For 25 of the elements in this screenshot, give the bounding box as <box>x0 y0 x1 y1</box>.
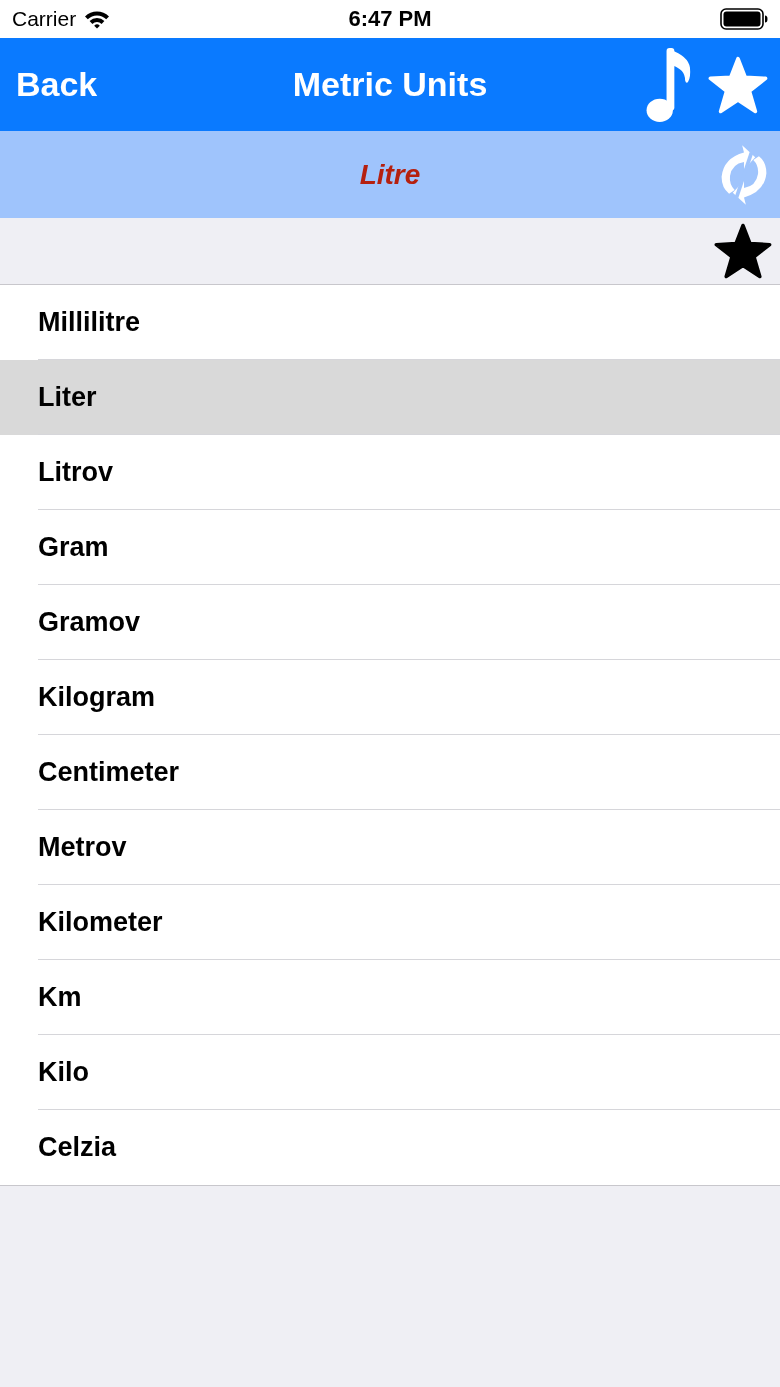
star-button[interactable] <box>714 223 772 279</box>
unit-name: Liter <box>38 382 97 413</box>
unit-name: Kilometer <box>38 907 163 938</box>
music-button[interactable] <box>645 45 692 124</box>
unit-name: Celzia <box>38 1132 117 1163</box>
clock-time: 6:47 PM <box>348 6 432 32</box>
battery-icon <box>720 8 768 30</box>
selected-unit-title: Litre <box>359 158 421 191</box>
unit-name: Gramov <box>38 607 141 638</box>
unit-name: Centimeter <box>38 757 180 788</box>
unit-name: Km <box>38 982 82 1013</box>
music-note-icon <box>645 45 692 124</box>
unit-list-item[interactable]: Liter <box>0 360 780 435</box>
unit-name: Metrov <box>38 832 127 863</box>
screen-title: Metric Units <box>292 65 488 104</box>
back-button[interactable]: Back <box>16 65 98 104</box>
star-icon <box>714 223 772 279</box>
star-icon <box>708 55 768 114</box>
unit-name: Kilogram <box>38 682 156 713</box>
unit-name: Litrov <box>38 457 113 488</box>
wifi-icon <box>84 9 111 29</box>
unit-name: Gram <box>38 532 109 563</box>
unit-name: Kilo <box>38 1057 89 1088</box>
carrier-name: Carrier <box>12 7 77 31</box>
unit-name: Millilitre <box>38 307 140 338</box>
